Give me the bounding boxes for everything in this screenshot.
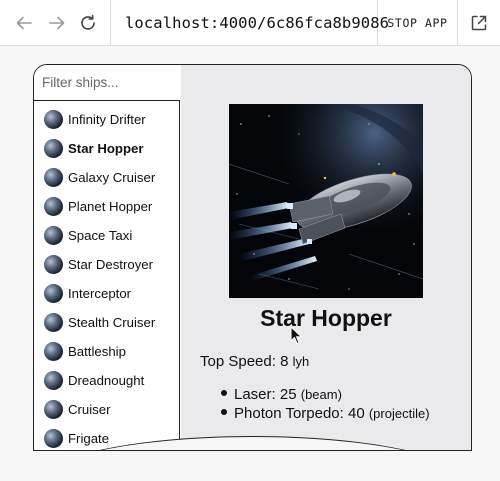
stop-app-button[interactable]: STOP APP <box>378 0 458 46</box>
bullet-icon <box>221 409 227 415</box>
ship-list-item-label: Dreadnought <box>68 373 145 388</box>
weapon-value: 40 <box>347 405 365 422</box>
ship-list-item-label: Cruiser <box>68 402 111 417</box>
ship-list-item[interactable]: Infinity Drifter <box>34 105 179 134</box>
weapon-name: Photon Torpedo: <box>234 405 344 422</box>
popout-button[interactable] <box>458 0 500 46</box>
ship-list-item-label: Star Destroyer <box>68 257 154 272</box>
ship-thumbnail <box>44 400 63 419</box>
top-speed: Top Speed: 8 lyh <box>200 353 309 370</box>
top-speed-unit: lyh <box>292 354 310 369</box>
ship-thumbnail <box>44 313 63 332</box>
app-frame: Infinity Drifter Star Hopper Galaxy Cruise… <box>33 64 472 451</box>
ship-thumbnail <box>44 371 63 390</box>
address-bar[interactable]: localhost:4000/6c86fca8b9086 <box>110 0 389 46</box>
ship-thumbnail <box>44 168 63 187</box>
back-button[interactable] <box>11 10 37 36</box>
ship-thumbnail <box>44 110 63 129</box>
weapon-type: (beam) <box>300 387 342 402</box>
ship-list-item[interactable]: Space Taxi <box>34 221 179 250</box>
ship-image <box>229 104 423 298</box>
ship-list-item[interactable]: Star Destroyer <box>34 250 179 279</box>
ship-list-item-label: Planet Hopper <box>68 199 153 214</box>
ship-list-item-label: Stealth Cruiser <box>68 315 156 330</box>
ship-list-item[interactable]: Battleship <box>34 337 179 366</box>
ship-list-item-label: Infinity Drifter <box>68 112 146 127</box>
browser-toolbar: localhost:4000/6c86fca8b9086 STOP APP <box>0 0 500 46</box>
weapon-item: Photon Torpedo: 40 (projectile) <box>221 405 430 424</box>
ship-list-item[interactable]: Dreadnought <box>34 366 179 395</box>
ship-thumbnail <box>44 342 63 361</box>
ship-list-item[interactable]: Star Hopper <box>34 134 179 163</box>
ship-list-item-label: Interceptor <box>68 286 132 301</box>
ship-sidebar: Infinity Drifter Star Hopper Galaxy Cruise… <box>34 65 180 450</box>
ship-thumbnail <box>44 284 63 303</box>
top-speed-value: 8 <box>280 353 289 370</box>
arrow-left-icon <box>16 16 32 30</box>
ship-list-item[interactable]: Planet Hopper <box>34 192 179 221</box>
ship-list-item[interactable]: Cruiser <box>34 395 179 424</box>
ship-list-item[interactable]: Galaxy Cruiser <box>34 163 179 192</box>
weapon-value: 25 <box>279 386 297 403</box>
ship-name-heading: Star Hopper <box>260 305 392 331</box>
external-link-icon <box>471 15 487 31</box>
forward-button[interactable] <box>44 10 70 36</box>
arrow-right-icon <box>49 16 65 30</box>
ship-thumbnail <box>44 429 63 448</box>
weapons-list: Laser: 25 (beam) Photon Torpedo: 40 (proj… <box>221 386 430 424</box>
ship-thumbnail <box>44 197 63 216</box>
reload-icon <box>81 14 95 30</box>
ship-list-item-label: Frigate <box>68 431 110 446</box>
reload-button[interactable] <box>75 10 101 36</box>
filter-ships-input[interactable] <box>34 65 180 101</box>
spaceship-illustration <box>229 104 423 298</box>
weapon-name: Laser: <box>234 386 276 403</box>
ship-list-item[interactable]: Stealth Cruiser <box>34 308 179 337</box>
ship-thumbnail <box>44 226 63 245</box>
ship-list-item[interactable]: Interceptor <box>34 279 179 308</box>
ship-thumbnail <box>44 255 63 274</box>
ship-list: Infinity Drifter Star Hopper Galaxy Cruise… <box>34 101 179 450</box>
weapon-item: Laser: 25 (beam) <box>221 386 430 405</box>
bullet-icon <box>221 390 227 396</box>
ship-list-item-label: Battleship <box>68 344 126 359</box>
ship-detail: Star Hopper Top Speed: 8 lyh Laser: 25 (… <box>181 65 471 450</box>
url-text: localhost:4000/6c86fca8b9086 <box>125 14 390 32</box>
ship-list-item-label: Galaxy Cruiser <box>68 170 156 185</box>
ship-list-item-label: Star Hopper <box>68 141 144 156</box>
weapon-type: (projectile) <box>368 406 430 421</box>
mouse-cursor-icon <box>290 326 303 345</box>
top-speed-label: Top Speed: <box>200 353 276 370</box>
ship-thumbnail <box>44 139 63 158</box>
ship-list-item-label: Space Taxi <box>68 228 133 243</box>
